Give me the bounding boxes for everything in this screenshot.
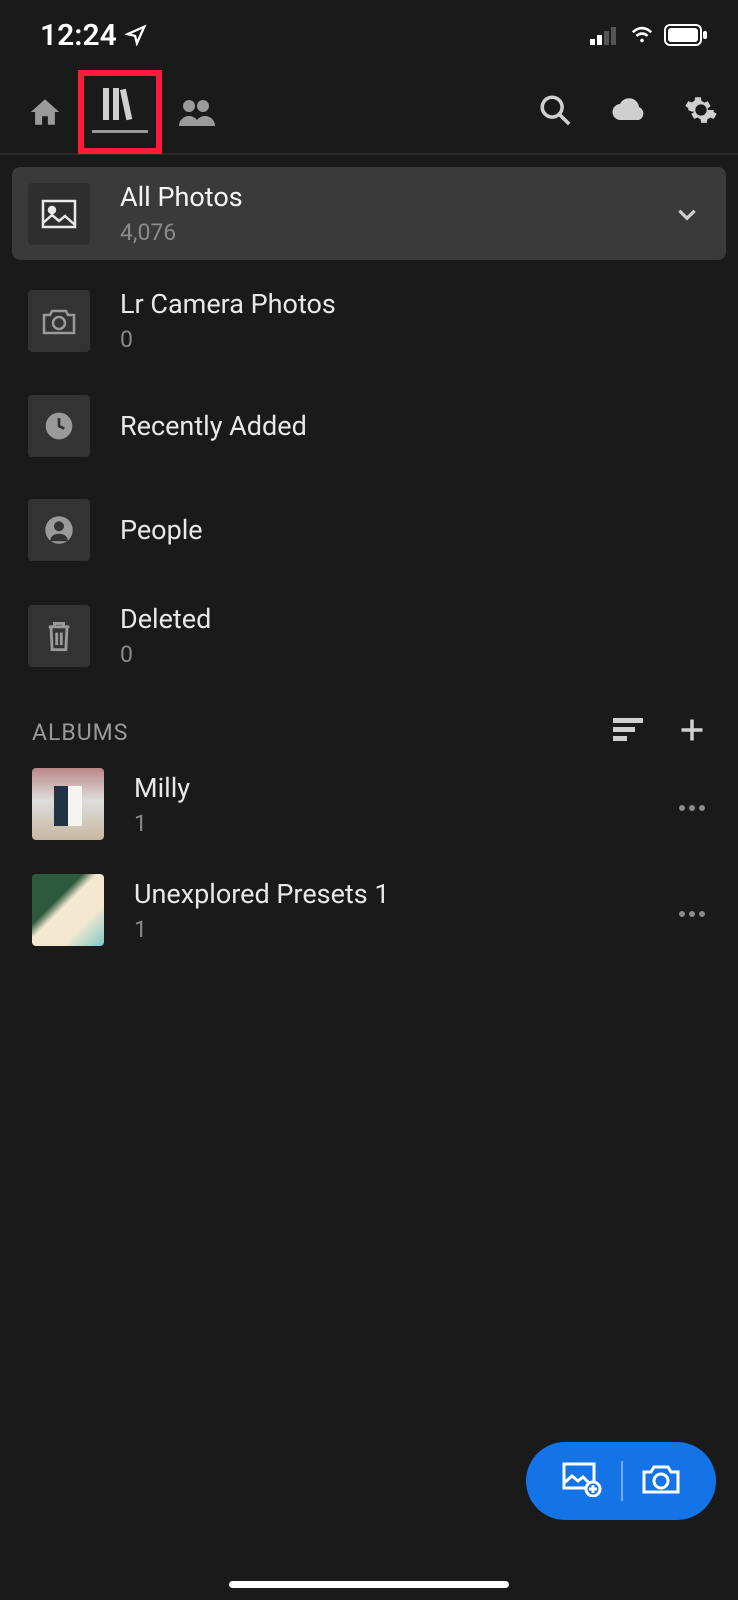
collection-title: Deleted <box>120 603 710 635</box>
add-album-button[interactable] <box>678 716 706 748</box>
settings-button[interactable] <box>684 93 718 131</box>
home-indicator[interactable] <box>229 1581 509 1588</box>
album-count: 1 <box>134 810 648 837</box>
more-icon <box>678 910 706 918</box>
open-camera-button[interactable] <box>641 1463 681 1499</box>
collection-recently-added[interactable]: Recently Added <box>12 381 726 471</box>
person-icon <box>44 515 74 545</box>
collection-all-photos[interactable]: All Photos 4,076 <box>12 167 726 260</box>
import-photos-button[interactable] <box>561 1461 603 1501</box>
search-button[interactable] <box>538 93 572 131</box>
sort-icon <box>613 718 643 742</box>
library-tab-underline <box>92 130 148 133</box>
status-bar-right <box>590 24 708 46</box>
camera-icon <box>641 1463 681 1495</box>
collection-people[interactable]: People <box>12 485 726 575</box>
status-bar-left: 12:24 <box>40 18 147 53</box>
sort-albums-button[interactable] <box>613 718 643 746</box>
camera-icon <box>42 307 76 335</box>
library-tab[interactable] <box>92 86 148 133</box>
collection-title: Recently Added <box>120 410 710 442</box>
collection-title: All Photos <box>120 181 644 213</box>
album-thumbnail <box>32 768 104 840</box>
battery-icon <box>664 24 708 46</box>
photo-icon <box>41 199 77 229</box>
signal-icon <box>590 25 620 45</box>
album-more-button[interactable] <box>678 789 706 819</box>
collection-title: People <box>120 514 710 546</box>
albums-section-header: ALBUMS <box>12 696 726 758</box>
collection-title: Lr Camera Photos <box>120 288 710 320</box>
collection-count: 0 <box>120 641 710 668</box>
album-item[interactable]: Unexplored Presets 1 1 <box>12 864 726 956</box>
clock-icon <box>43 410 75 442</box>
library-icon <box>100 86 140 122</box>
status-time: 12:24 <box>40 18 117 53</box>
top-nav-bar <box>0 70 738 155</box>
home-tab[interactable] <box>20 87 70 137</box>
fab-divider <box>621 1461 623 1501</box>
location-icon <box>125 24 147 46</box>
collection-count: 4,076 <box>120 219 644 246</box>
add-photo-icon <box>561 1461 603 1497</box>
album-title: Unexplored Presets 1 <box>134 878 648 910</box>
album-count: 1 <box>134 916 648 943</box>
trash-icon <box>45 620 73 652</box>
library-content: All Photos 4,076 Lr Camera Photos 0 Rece… <box>0 155 738 982</box>
albums-section-title: ALBUMS <box>32 719 613 746</box>
chevron-down-icon[interactable] <box>674 201 700 227</box>
shared-tab[interactable] <box>172 87 222 137</box>
status-bar: 12:24 <box>0 0 738 70</box>
search-icon <box>538 93 572 127</box>
home-icon <box>28 95 62 129</box>
more-icon <box>678 804 706 812</box>
cloud-sync-button[interactable] <box>607 95 649 129</box>
people-icon <box>177 96 217 128</box>
add-fab <box>526 1442 716 1520</box>
library-tab-highlight <box>78 70 162 154</box>
album-thumbnail <box>32 874 104 946</box>
gear-icon <box>684 93 718 127</box>
album-more-button[interactable] <box>678 895 706 925</box>
album-item[interactable]: Milly 1 <box>12 758 726 850</box>
wifi-icon <box>628 24 656 46</box>
cloud-icon <box>607 95 649 125</box>
collection-count: 0 <box>120 326 710 353</box>
collection-lr-camera[interactable]: Lr Camera Photos 0 <box>12 274 726 367</box>
plus-icon <box>678 716 706 744</box>
album-title: Milly <box>134 772 648 804</box>
collection-deleted[interactable]: Deleted 0 <box>12 589 726 682</box>
